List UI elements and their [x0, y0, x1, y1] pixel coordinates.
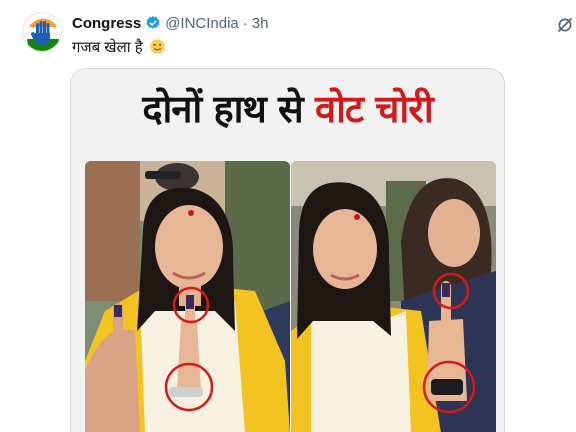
avatar[interactable]	[22, 12, 62, 52]
display-name[interactable]: Congress	[72, 15, 141, 32]
voter-photo-right-image	[291, 161, 496, 432]
congress-hand-logo-icon	[23, 13, 61, 51]
headline-red-text: वोट चोरी	[314, 87, 434, 131]
tweet: Congress @INCIndia · 3h गजब खेला है दोनो…	[0, 0, 576, 432]
timestamp[interactable]: 3h	[252, 15, 269, 32]
tweet-media[interactable]: दोनों हाथ से वोट चोरी	[70, 68, 505, 432]
media-headline: दोनों हाथ से वोट चोरी	[71, 87, 504, 133]
headline-black-text: दोनों हाथ से	[142, 87, 303, 131]
separator-dot: ·	[242, 14, 248, 32]
verified-badge-icon	[146, 16, 160, 29]
winking-face-emoji-icon	[150, 39, 165, 54]
handle[interactable]: @INCIndia	[165, 15, 239, 32]
voter-photo-left-image	[85, 161, 290, 432]
photo-left	[85, 161, 290, 432]
photo-right	[291, 161, 496, 432]
tweet-header: Congress @INCIndia · 3h	[72, 13, 268, 33]
tweet-text-body: गजब खेला है	[72, 39, 143, 56]
tweet-text: गजब खेला है	[72, 37, 165, 57]
grok-icon[interactable]	[556, 16, 574, 34]
